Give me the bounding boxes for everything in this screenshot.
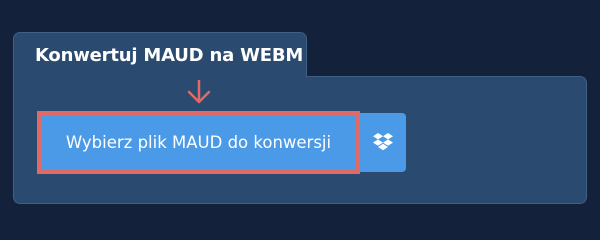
dropbox-button[interactable] (360, 113, 406, 172)
dropbox-icon (373, 133, 393, 151)
converter-title: Konwertuj MAUD na WEBM (35, 45, 304, 66)
down-arrow-icon (187, 80, 211, 104)
panel-seam (14, 75, 306, 78)
choose-file-button[interactable]: Wybierz plik MAUD do konwersji (37, 111, 360, 174)
